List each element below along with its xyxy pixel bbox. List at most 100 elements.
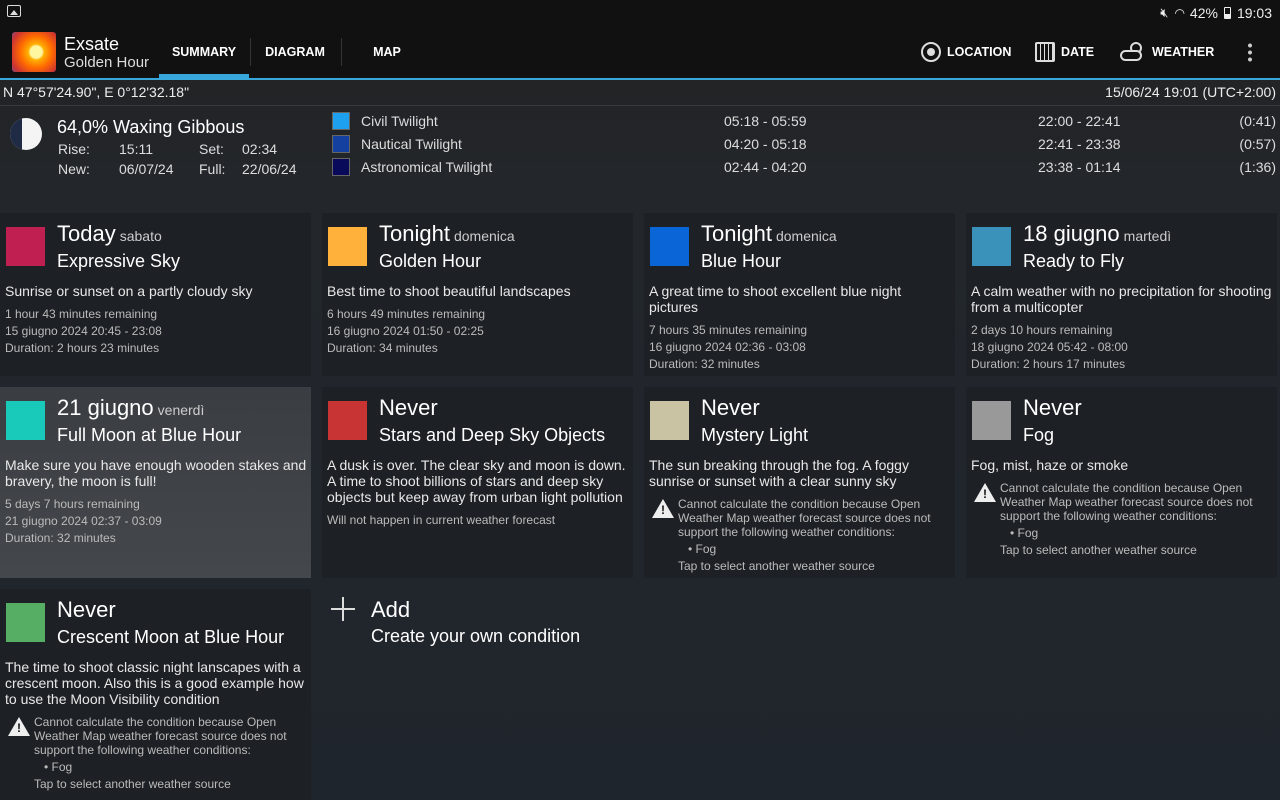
- condition-duration: Duration: 32 minutes: [649, 357, 760, 371]
- date-button[interactable]: DATE: [1035, 26, 1094, 78]
- condition-description: A dusk is over. The clear sky and moon i…: [327, 457, 626, 505]
- app-subtitle: Golden Hour: [64, 54, 150, 71]
- condition-name: Fog: [1023, 425, 1055, 445]
- app-logo-icon: [12, 32, 56, 72]
- calendar-icon: [1035, 42, 1055, 62]
- condition-duration: Duration: 34 minutes: [327, 341, 438, 355]
- condition-card-fog[interactable]: Never Fog Fog, mist, haze or smoke Canno…: [966, 387, 1277, 578]
- select-weather-source-link[interactable]: Tap to select another weather source: [34, 777, 231, 791]
- warning-text: Cannot calculate the condition because O…: [678, 497, 931, 539]
- location-button[interactable]: LOCATION: [921, 26, 1011, 78]
- condition-range: 16 giugno 2024 02:36 - 03:08: [649, 340, 806, 354]
- status-bar: 🔇︎ ◠ 42% 19:03: [0, 0, 1280, 26]
- condition-range: 16 giugno 2024 01:50 - 02:25: [327, 324, 484, 338]
- condition-card-ready-to-fly[interactable]: 18 giugno martedì Ready to Fly A calm wea…: [966, 213, 1277, 376]
- condition-day: martedì: [1123, 228, 1172, 244]
- condition-name: Golden Hour: [379, 251, 482, 271]
- condition-remaining: 2 days 10 hours remaining: [971, 323, 1113, 337]
- twilight-name: Astronomical Twilight: [361, 159, 493, 175]
- condition-remaining: 6 hours 49 minutes remaining: [327, 307, 486, 321]
- twilight-morning: 04:20 - 05:18: [724, 136, 807, 152]
- condition-color-swatch: [6, 603, 45, 642]
- date-label: DATE: [1061, 45, 1095, 59]
- status-time: 19:03: [1236, 5, 1272, 21]
- condition-color-swatch: [972, 227, 1011, 266]
- weather-source-warning[interactable]: Cannot calculate the condition because O…: [971, 481, 1273, 561]
- condition-remaining: 7 hours 35 minutes remaining: [649, 323, 808, 337]
- condition-duration: Duration: 2 hours 23 minutes: [5, 341, 160, 355]
- add-condition-button[interactable]: Add: [371, 597, 410, 623]
- weather-icon: [1120, 42, 1146, 62]
- select-weather-source-link[interactable]: Tap to select another weather source: [678, 559, 875, 573]
- warning-text: Cannot calculate the condition because O…: [34, 715, 287, 757]
- twilight-duration: (0:57): [1239, 136, 1276, 152]
- condition-color-swatch: [328, 227, 367, 266]
- civil-twilight-swatch: [332, 112, 350, 130]
- condition-card-expressive-sky[interactable]: Today sabato Expressive Sky Sunrise or su…: [0, 213, 311, 376]
- tab-diagram[interactable]: DIAGRAM: [252, 26, 338, 78]
- condition-when: Today sabato: [57, 221, 162, 246]
- twilight-evening: 23:38 - 01:14: [1038, 159, 1121, 175]
- condition-card-full-moon[interactable]: 21 giugno venerdì Full Moon at Blue Hour …: [0, 387, 311, 578]
- select-weather-source-link[interactable]: Tap to select another weather source: [1000, 543, 1197, 557]
- condition-range: 21 giugno 2024 02:37 - 03:09: [5, 514, 162, 528]
- condition-color-swatch: [972, 401, 1011, 440]
- astronomical-twilight-swatch: [332, 158, 350, 176]
- condition-when: Never: [57, 597, 116, 622]
- moon-new-label: New:: [58, 161, 90, 177]
- condition-card-blue-hour[interactable]: Tonight domenica Blue Hour A great time t…: [644, 213, 955, 376]
- condition-range: 18 giugno 2024 05:42 - 08:00: [971, 340, 1128, 354]
- moon-new-value: 06/07/24: [119, 161, 174, 177]
- tab-map[interactable]: MAP: [343, 26, 431, 78]
- condition-name: Expressive Sky: [57, 251, 181, 271]
- weather-source-warning[interactable]: Cannot calculate the condition because O…: [5, 715, 307, 795]
- warning-bullet: • Fog: [1010, 526, 1039, 540]
- weather-button[interactable]: WEATHER: [1120, 26, 1214, 78]
- nautical-twilight-swatch: [332, 135, 350, 153]
- condition-card-mystery-light[interactable]: Never Mystery Light The sun breaking thr…: [644, 387, 955, 578]
- condition-remaining: 5 days 7 hours remaining: [5, 497, 140, 511]
- condition-when: Never: [1023, 395, 1082, 420]
- condition-name: Stars and Deep Sky Objects: [379, 425, 606, 445]
- action-bar: Exsate Golden Hour SUMMARY DIAGRAM MAP L…: [0, 26, 1280, 80]
- condition-card-stars[interactable]: Never Stars and Deep Sky Objects A dusk …: [322, 387, 633, 578]
- twilight-duration: (1:36): [1239, 159, 1276, 175]
- twilight-duration: (0:41): [1239, 113, 1276, 129]
- condition-description: Sunrise or sunset on a partly cloudy sky: [5, 283, 253, 299]
- twilight-evening: 22:00 - 22:41: [1038, 113, 1121, 129]
- twilight-name: Nautical Twilight: [361, 136, 462, 152]
- location-label: LOCATION: [947, 45, 1012, 59]
- tab-summary[interactable]: SUMMARY: [159, 26, 249, 78]
- current-datetime: 15/06/24 19:01 (UTC+2:00): [1105, 84, 1276, 100]
- add-condition-subtitle[interactable]: Create your own condition: [371, 626, 580, 647]
- moon-set-label: Set:: [199, 141, 224, 157]
- battery-icon: [1223, 7, 1231, 19]
- condition-duration: Duration: 2 hours 17 minutes: [971, 357, 1126, 371]
- twilight-evening: 22:41 - 23:38: [1038, 136, 1121, 152]
- twilight-row: Astronomical Twilight 02:44 - 04:20 23:3…: [332, 157, 1278, 177]
- twilight-row: Civil Twilight 05:18 - 05:59 22:00 - 22:…: [332, 111, 1278, 131]
- condition-color-swatch: [650, 227, 689, 266]
- twilight-row: Nautical Twilight 04:20 - 05:18 22:41 - …: [332, 134, 1278, 154]
- condition-color-swatch: [6, 227, 45, 266]
- app-title: Exsate: [64, 34, 120, 54]
- condition-when: Tonight domenica: [379, 221, 515, 246]
- weather-source-warning[interactable]: Cannot calculate the condition because O…: [649, 497, 951, 577]
- moon-set-value: 02:34: [242, 141, 278, 157]
- condition-card-crescent-moon[interactable]: Never Crescent Moon at Blue Hour The tim…: [0, 589, 311, 800]
- condition-day: venerdì: [157, 402, 205, 418]
- condition-description: Fog, mist, haze or smoke: [971, 457, 1129, 473]
- condition-description: A calm weather with no precipitation for…: [971, 283, 1272, 315]
- overflow-menu-icon[interactable]: [1248, 42, 1252, 62]
- warning-icon: [8, 717, 30, 736]
- condition-remaining: 1 hour 43 minutes remaining: [5, 307, 158, 321]
- condition-name: Full Moon at Blue Hour: [57, 425, 242, 445]
- moon-full-label: Full:: [199, 161, 226, 177]
- condition-day: sabato: [119, 228, 162, 244]
- condition-card-golden-hour[interactable]: Tonight domenica Golden Hour Best time to…: [322, 213, 633, 376]
- condition-description: The sun breaking through the fog. A fogg…: [649, 457, 909, 489]
- condition-forecast-note: Will not happen in current weather forec…: [327, 513, 556, 527]
- weather-label: WEATHER: [1152, 45, 1215, 59]
- add-condition-plus-icon[interactable]: [331, 597, 355, 621]
- condition-day: domenica: [775, 228, 837, 244]
